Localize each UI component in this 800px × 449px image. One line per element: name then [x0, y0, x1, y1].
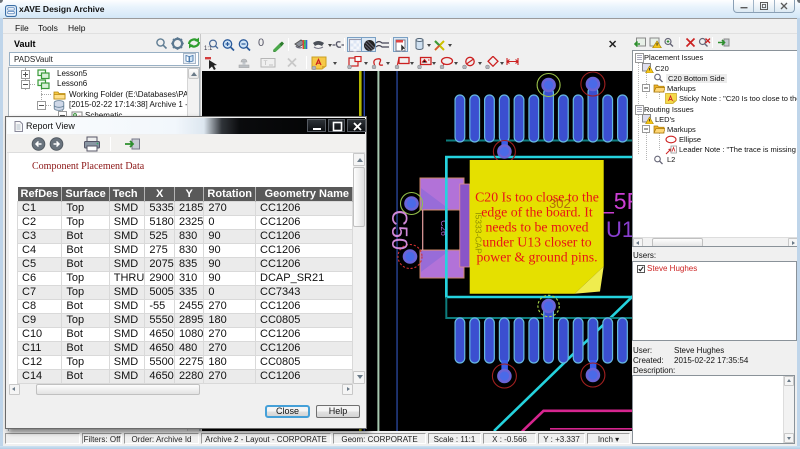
svg-text:edge of the board. It: edge of the board. It: [481, 205, 593, 220]
svg-text:302: 302: [549, 196, 571, 211]
svg-text:U13: U13: [606, 217, 632, 242]
svg-text:under U13 closer to: under U13 closer to: [482, 235, 591, 250]
svg-text:_5R: _5R: [600, 188, 632, 214]
svg-text:C50: C50: [387, 210, 412, 250]
svg-text:1:1: 1:1: [204, 46, 213, 52]
svg-text:T: T: [264, 60, 268, 67]
svg-text:C20 Is too close to the: C20 Is too close to the: [475, 190, 599, 205]
svg-text:needs to be moved: needs to be moved: [485, 220, 588, 235]
svg-text:power & ground pins.: power & ground pins.: [476, 250, 597, 265]
svg-text:I5333-CAP: I5333-CAP: [474, 212, 484, 254]
